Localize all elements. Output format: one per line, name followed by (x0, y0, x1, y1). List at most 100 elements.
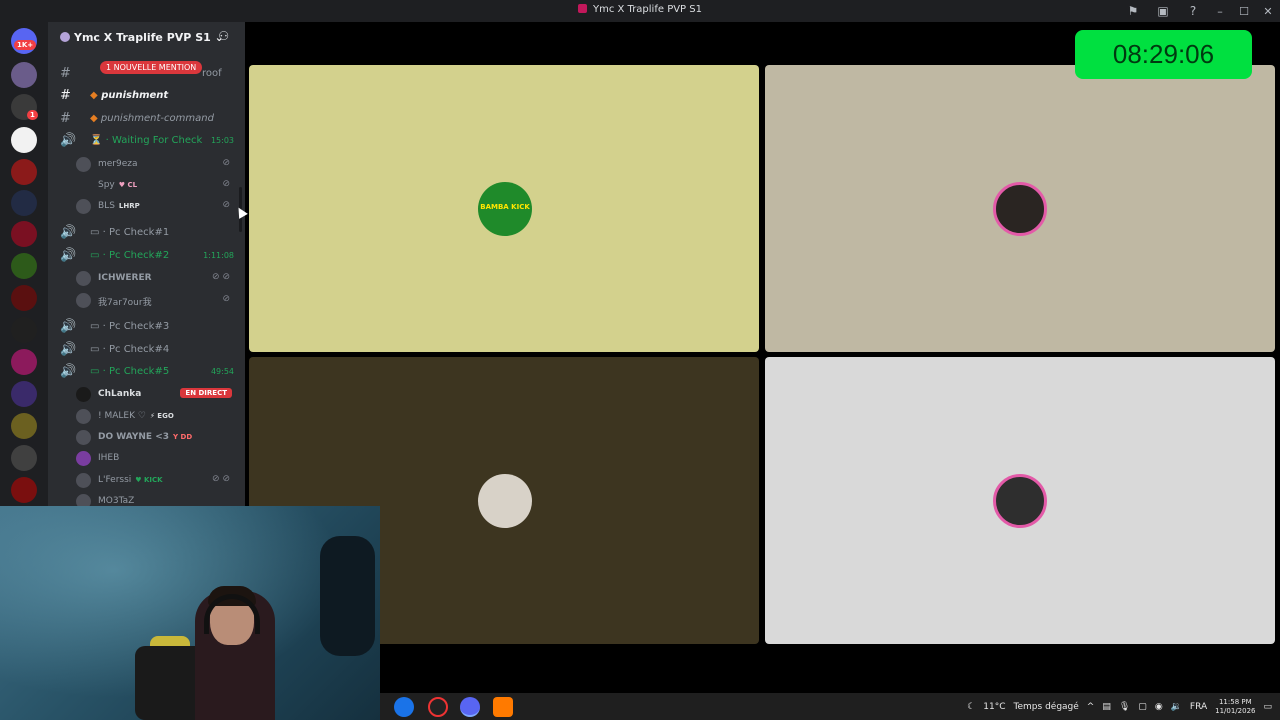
channel-label: ▭ · Pc Check#3 (90, 321, 170, 332)
channel-list: Ymc X Traplife PVP S1 ⌄ ⚇ # roof 1 NOUVE… (48, 22, 245, 506)
maximize-button[interactable]: ☐ (1232, 5, 1256, 18)
new-mention-banner[interactable]: 1 NOUVELLE MENTION (100, 61, 203, 74)
voice-user[interactable]: IHEB (68, 448, 240, 468)
notifications-icon[interactable]: ▭ (1263, 702, 1272, 712)
avatar (76, 409, 91, 424)
channel-label: ▭ · Pc Check#1 (90, 227, 170, 238)
server-icon[interactable] (11, 190, 37, 216)
channel-pc-check-2[interactable]: 🔊 ▭ · Pc Check#2 1:11:08 (56, 246, 240, 266)
channel-pc-check-4[interactable]: 🔊 ▭ · Pc Check#4 (56, 340, 240, 360)
channel-punishment-command[interactable]: # ◆ punishment-command (56, 109, 240, 129)
weather-temp[interactable]: 11°C (983, 702, 1005, 712)
video-tile[interactable] (765, 357, 1275, 644)
voice-user[interactable]: ICHWERER ⊘ ⊘ (68, 268, 240, 288)
user-avatar[interactable] (478, 474, 532, 528)
voice-user[interactable]: 我7ar7our我 ⊘ (68, 290, 240, 310)
clock-overlay: 08:29:06 (1075, 30, 1252, 79)
display-icon[interactable]: ▢ (1138, 702, 1147, 712)
user-label: ! MALEK ♡ ⚡ EGO (98, 411, 174, 421)
channel-waiting-for-check[interactable]: 🔊 ⏳ · Waiting For Check 15:03 (56, 131, 240, 151)
chevron-up-icon[interactable]: ^ (1087, 702, 1095, 712)
avatar (76, 387, 91, 402)
channel-pc-check-1[interactable]: 🔊 ▭ · Pc Check#1 (56, 223, 240, 243)
voice-user[interactable]: DO WAYNE <3 Y DD (68, 427, 240, 447)
channel-punishment[interactable]: # ◆ punishment (56, 86, 240, 106)
live-badge: EN DIRECT (180, 388, 232, 398)
close-button[interactable]: ✕ (1256, 5, 1280, 18)
voice-user[interactable]: mer9eza ⊘ (68, 154, 240, 174)
voice-icon: 🔊 (60, 225, 77, 240)
user-avatar[interactable] (993, 182, 1047, 236)
voice-icon: 🔊 (60, 248, 77, 263)
webcam-overlay (0, 506, 380, 720)
server-icon[interactable] (11, 285, 37, 311)
avatar (76, 451, 91, 466)
avatar (76, 494, 91, 506)
server-rail: 1K+ 1 (0, 22, 48, 506)
deafened-icon: ⊘ (222, 200, 230, 210)
channel-timer: 1:11:08 (203, 251, 234, 260)
server-icon (60, 32, 70, 42)
avatar (76, 293, 91, 308)
video-tile[interactable] (765, 65, 1275, 352)
avatar (76, 157, 91, 172)
minimize-button[interactable]: – (1208, 5, 1232, 18)
taskbar: ☾ 11°C Temps dégagé ^ ▤ 🎙 ▢ ◉ 🔉 FRA 11:5… (380, 693, 1280, 720)
voice-user[interactable]: Spy ♥ CL ⊘ (68, 175, 240, 195)
clock[interactable]: 11:58 PM 11/01/2026 (1215, 698, 1255, 716)
edge-browser-icon[interactable] (394, 697, 414, 717)
screen-share-icon[interactable]: ▣ (1148, 4, 1178, 18)
channel-pc-check-5[interactable]: 🔊 ▭ · Pc Check#5 49:54 (56, 362, 240, 382)
voice-user[interactable]: MO3TaZ (68, 491, 240, 506)
discord-icon[interactable] (460, 697, 480, 717)
server-icon[interactable] (11, 349, 37, 375)
video-tile[interactable]: BAMBA KICK (249, 65, 759, 352)
hash-icon: # (60, 66, 71, 81)
server-icon[interactable] (11, 159, 37, 185)
volume-icon[interactable]: 🔉 (1171, 702, 1182, 712)
user-label: DO WAYNE <3 Y DD (98, 432, 193, 442)
server-icon[interactable] (11, 127, 37, 153)
user-avatar[interactable]: BAMBA KICK (478, 182, 532, 236)
app-icon[interactable] (428, 697, 448, 717)
system-tray: ☾ 11°C Temps dégagé ^ ▤ 🎙 ▢ ◉ 🔉 FRA 11:5… (967, 693, 1280, 720)
channel-label: ⏳ · Waiting For Check (90, 135, 203, 146)
voice-user[interactable]: L'Ferssi ♥ KICK ⊘ ⊘ (68, 470, 240, 490)
mentions-badge: 1K+ (14, 40, 37, 50)
voice-user[interactable]: ! MALEK ♡ ⚡ EGO (68, 406, 240, 426)
server-icon[interactable] (11, 445, 37, 471)
server-icon[interactable] (11, 62, 37, 88)
server-name[interactable]: Ymc X Traplife PVP S1 ⌄ (74, 31, 224, 44)
add-member-icon[interactable]: ⚇ (218, 29, 229, 43)
server-header[interactable]: Ymc X Traplife PVP S1 ⌄ ⚇ (48, 22, 245, 54)
language-indicator[interactable]: FRA (1190, 702, 1207, 712)
avatar (76, 430, 91, 445)
avatar (76, 199, 91, 214)
wifi-icon[interactable]: ◉ (1155, 702, 1163, 712)
deafened-icon: ⊘ (222, 179, 230, 189)
voice-user[interactable]: BLS LHRP ⊘ (68, 196, 240, 216)
channel-label: ◆ punishment (90, 90, 169, 101)
channel-pc-check-3[interactable]: 🔊 ▭ · Pc Check#3 (56, 317, 240, 337)
weather-icon: ☾ (967, 701, 976, 712)
server-icon[interactable] (11, 221, 37, 247)
hash-icon: # (60, 111, 71, 126)
app-icon[interactable] (493, 697, 513, 717)
deafened-icon: ⊘ ⊘ (212, 272, 230, 282)
server-icon[interactable] (11, 317, 37, 343)
server-icon[interactable] (11, 477, 37, 503)
channel-label: ▭ · Pc Check#5 (90, 366, 170, 377)
user-avatar[interactable] (993, 474, 1047, 528)
server-icon[interactable] (11, 253, 37, 279)
voice-icon: 🔊 (60, 319, 77, 334)
server-icon[interactable] (11, 413, 37, 439)
voice-user[interactable]: ChLanka EN DIRECT (68, 384, 240, 404)
avatar (76, 473, 91, 488)
server-icon[interactable] (11, 381, 37, 407)
help-icon[interactable]: ? (1178, 4, 1208, 18)
user-label: BLS LHRP (98, 201, 140, 211)
mic-icon[interactable]: 🎙 (1119, 702, 1130, 712)
flag-icon[interactable]: ⚑ (1118, 4, 1148, 18)
network-icon[interactable]: ▤ (1102, 702, 1111, 712)
weather-text[interactable]: Temps dégagé (1014, 702, 1079, 712)
